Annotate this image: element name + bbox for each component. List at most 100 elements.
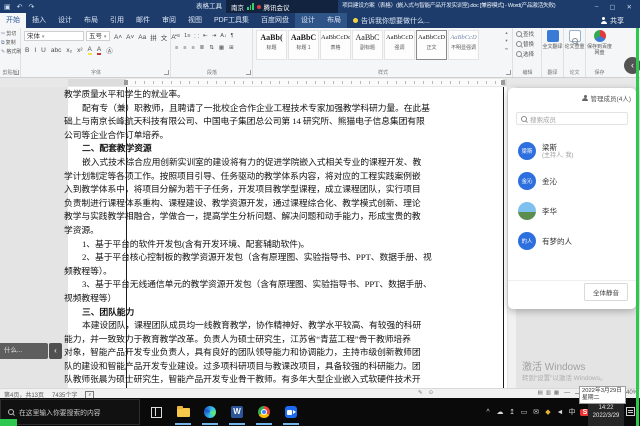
ribbon-tab[interactable]: PDF工具集 bbox=[208, 13, 255, 28]
font-tool-icon[interactable]: Aa bbox=[138, 34, 146, 41]
tray-icon[interactable]: ◆ bbox=[544, 408, 552, 416]
paragraph-tool-icon[interactable]: A↓ bbox=[220, 33, 226, 39]
paragraph-tool-icon[interactable]: ⇥ bbox=[212, 33, 217, 39]
paragraph-tool-icon[interactable]: •≡ bbox=[175, 33, 180, 39]
tray-icon[interactable]: ↥ bbox=[508, 408, 516, 416]
style-gallery-item[interactable]: AaBb( 标题 bbox=[256, 30, 287, 60]
qat-icon[interactable]: ↶ bbox=[17, 3, 23, 11]
paragraph-align-icon[interactable]: ≣ bbox=[200, 45, 205, 51]
tray-icon[interactable]: ✉ bbox=[532, 408, 540, 416]
taskbar-app-button[interactable] bbox=[281, 399, 301, 425]
left-indent-marker[interactable] bbox=[124, 80, 128, 85]
status-extra-icon[interactable]: ✎ bbox=[418, 390, 423, 396]
paragraph-align-icon[interactable]: ⇅ bbox=[209, 45, 214, 51]
font-format-icon[interactable]: B bbox=[25, 47, 29, 54]
dialog-launcher-icon[interactable] bbox=[14, 70, 19, 75]
font-format-icon[interactable]: abc bbox=[51, 47, 61, 54]
dialog-launcher-icon[interactable] bbox=[164, 70, 169, 75]
member-row[interactable]: 李华 bbox=[508, 196, 636, 226]
view-mode-icon[interactable]: ▦ bbox=[554, 390, 559, 396]
tray-icon[interactable]: ^ bbox=[484, 409, 492, 416]
member-search-input[interactable]: 搜索成员 bbox=[516, 112, 628, 125]
font-tool-icon[interactable]: A˅ bbox=[126, 34, 134, 41]
style-gallery-item[interactable]: AaBbCcDd 表格 bbox=[320, 30, 351, 60]
tray-icon[interactable]: ▭ bbox=[520, 408, 528, 416]
ribbon-tab[interactable]: 布局 bbox=[78, 13, 104, 28]
editing-button[interactable]: 查找 bbox=[514, 28, 541, 38]
taskbar-search-input[interactable]: 在这里输入你要搜索的内容 bbox=[0, 399, 140, 425]
ribbon-tab[interactable]: 设计 bbox=[295, 13, 321, 28]
paragraph-align-icon[interactable]: ▦ bbox=[219, 45, 224, 51]
action-center-icon[interactable] bbox=[626, 407, 635, 416]
member-row[interactable]: 金沁 金沁 bbox=[508, 166, 636, 196]
full-translate-button[interactable]: 全文翻译 bbox=[542, 30, 563, 50]
dialog-launcher-icon[interactable] bbox=[246, 70, 251, 75]
manage-members-header[interactable]: 管理成员(4人) bbox=[582, 93, 631, 103]
style-gallery-item[interactable]: AaBbCcD 不明显强调 bbox=[448, 30, 479, 60]
status-extra-icon[interactable]: ⊙ bbox=[429, 390, 434, 396]
font-format-icon[interactable]: Ⓐ bbox=[106, 45, 113, 55]
font-size-combobox[interactable]: 五号 ▾ bbox=[86, 31, 110, 41]
style-gallery-arrows[interactable]: ▴▾≂ bbox=[503, 30, 510, 52]
font-format-icon[interactable]: A bbox=[88, 46, 92, 55]
baidu-save-button[interactable]: 保存到百度网盘 bbox=[586, 30, 613, 56]
floating-widget[interactable]: 什么... ‹ bbox=[0, 343, 62, 359]
font-name-combobox[interactable]: 宋体 ▾ bbox=[24, 31, 84, 41]
taskbar-app-button[interactable] bbox=[200, 399, 220, 425]
font-format-icon[interactable]: U bbox=[41, 47, 46, 54]
taskbar-app-button[interactable] bbox=[146, 399, 166, 425]
ribbon-tab[interactable]: 布局 bbox=[321, 13, 347, 28]
taskbar-app-button[interactable] bbox=[254, 399, 274, 425]
view-mode-icon[interactable]: ▥ bbox=[546, 390, 551, 396]
font-format-icon[interactable]: x₂ bbox=[66, 47, 72, 54]
style-gallery-item[interactable]: AaBbC 副标题 bbox=[352, 30, 383, 60]
ribbon-tab[interactable]: 审阅 bbox=[156, 13, 182, 28]
right-indent-marker[interactable] bbox=[501, 80, 505, 85]
taskbar-app-button[interactable]: W bbox=[227, 399, 247, 425]
clipboard-button[interactable]: ✎格式刷 bbox=[0, 46, 20, 55]
collapse-chevron-icon[interactable]: ‹ bbox=[49, 343, 62, 359]
view-mode-icon[interactable]: ▤ bbox=[538, 390, 543, 396]
paragraph-tool-icon[interactable]: ⸬ bbox=[194, 32, 199, 40]
ribbon-tab[interactable]: 邮件 bbox=[130, 13, 156, 28]
clipboard-button[interactable]: ⧉复制 bbox=[0, 37, 20, 46]
mute-all-button[interactable]: 全体静音 bbox=[584, 283, 628, 301]
taskbar-app-button[interactable] bbox=[173, 399, 193, 425]
font-format-icon[interactable]: x² bbox=[77, 47, 82, 54]
qat-icon[interactable]: ▣ bbox=[4, 3, 11, 11]
zoom-out-button[interactable]: — bbox=[564, 390, 570, 396]
paragraph-align-icon[interactable]: ≡ bbox=[191, 45, 194, 51]
style-gallery-item[interactable]: AaBbCcD 强调 bbox=[384, 30, 415, 60]
editing-button[interactable]: 替换 bbox=[514, 38, 541, 48]
paragraph-align-icon[interactable]: ⊞ bbox=[229, 45, 234, 51]
member-row[interactable]: 的人 有梦的人 bbox=[508, 226, 636, 256]
font-tool-icon[interactable]: 文 bbox=[161, 32, 168, 42]
paragraph-tool-icon[interactable]: 1≡ bbox=[184, 33, 190, 39]
editing-button[interactable]: 选择 bbox=[514, 48, 541, 58]
tray-icon[interactable]: ◄ bbox=[556, 409, 564, 416]
font-tool-icon[interactable]: 拼 bbox=[150, 32, 157, 42]
font-format-icon[interactable]: A bbox=[97, 46, 101, 55]
qat-icon[interactable]: ↷ bbox=[29, 3, 35, 11]
close-button[interactable]: ✕ bbox=[627, 3, 632, 11]
clipboard-button[interactable]: ✂剪切 bbox=[0, 28, 20, 37]
paragraph-align-icon[interactable]: ≡ bbox=[183, 45, 186, 51]
paper-check-button[interactable]: 论文查重 bbox=[564, 30, 585, 50]
ribbon-tab[interactable]: 引用 bbox=[104, 13, 130, 28]
tray-icon[interactable]: 中 bbox=[568, 407, 576, 417]
ribbon-tab[interactable]: 设计 bbox=[52, 13, 78, 28]
maximize-button[interactable]: ▢ bbox=[609, 3, 615, 11]
style-gallery-item[interactable]: AaBbCcD 正文 bbox=[416, 30, 447, 60]
meeting-status-pill[interactable]: 南京 腾讯会议 bbox=[226, 0, 338, 13]
paragraph-tool-icon[interactable]: ¶ bbox=[231, 33, 234, 39]
ribbon-tab[interactable]: 开始 bbox=[0, 13, 26, 28]
minimize-button[interactable]: – bbox=[595, 3, 599, 10]
ribbon-tab[interactable]: 百度网盘 bbox=[255, 13, 295, 28]
member-row[interactable]: 梁斯 梁斯 (主持人, 我) bbox=[508, 136, 636, 166]
font-tool-icon[interactable]: A˄ bbox=[114, 34, 122, 41]
tell-me-box[interactable]: 告诉我你想要做什么... bbox=[347, 13, 436, 28]
ribbon-tab[interactable]: 视图 bbox=[182, 13, 208, 28]
style-gallery-item[interactable]: AaBbC 标题 1 bbox=[288, 30, 319, 60]
ribbon-tab[interactable]: 插入 bbox=[26, 13, 52, 28]
font-format-icon[interactable]: I bbox=[34, 47, 36, 54]
